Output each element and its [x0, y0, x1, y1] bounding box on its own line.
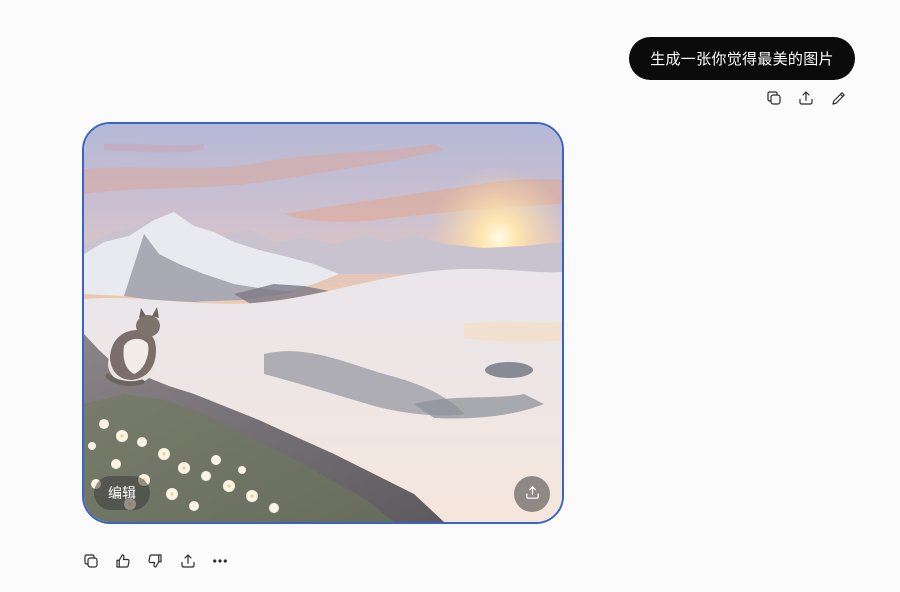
copy-message-button[interactable]: [762, 88, 786, 112]
landscape-image: [84, 124, 562, 522]
user-message-text: 生成一张你觉得最美的图片: [650, 50, 834, 68]
generated-image[interactable]: 编辑: [82, 122, 564, 524]
more-options-button[interactable]: [208, 551, 232, 575]
edit-image-button[interactable]: 编辑: [94, 476, 150, 510]
copy-icon: [765, 89, 783, 111]
copy-icon: [82, 552, 100, 574]
edit-image-label: 编辑: [108, 486, 136, 502]
share-icon: [179, 552, 197, 574]
copy-response-button[interactable]: [79, 551, 103, 575]
edit-icon: [830, 89, 848, 111]
more-icon: [211, 552, 229, 574]
share-response-button[interactable]: [176, 551, 200, 575]
thumbs-down-icon: [146, 552, 164, 574]
user-message-bubble: 生成一张你觉得最美的图片: [629, 37, 855, 80]
chat-page: 生成一张你觉得最美的图片 编辑: [0, 0, 900, 592]
share-icon: [797, 89, 815, 111]
share-icon: [524, 484, 541, 505]
share-image-button[interactable]: [514, 476, 550, 512]
thumbs-up-button[interactable]: [111, 551, 135, 575]
thumbs-up-icon: [114, 552, 132, 574]
thumbs-down-button[interactable]: [143, 551, 167, 575]
edit-message-button[interactable]: [827, 88, 851, 112]
share-message-button[interactable]: [794, 88, 818, 112]
